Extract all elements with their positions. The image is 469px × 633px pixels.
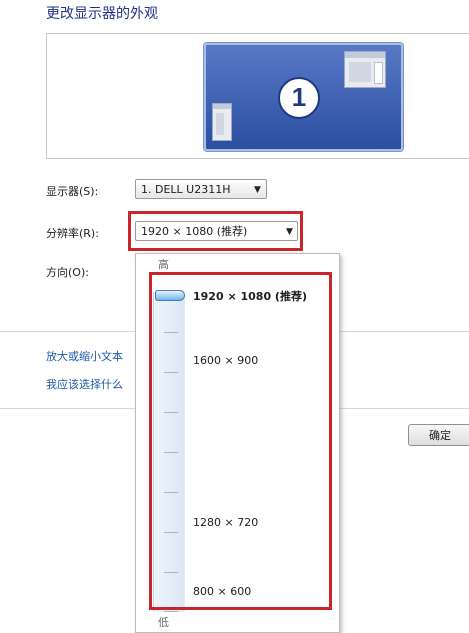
monitor-number: 1 xyxy=(291,82,307,112)
caret-down-icon: ▼ xyxy=(254,185,261,195)
resolution-options-highlight xyxy=(149,272,332,610)
text-size-link[interactable]: 放大或缩小文本 xyxy=(46,348,123,364)
monitor-number-badge: 1 xyxy=(278,77,320,119)
orientation-label: 方向(O): xyxy=(46,266,89,279)
display-preview-panel: 1 xyxy=(46,33,469,159)
window-thumbnail-icon xyxy=(344,51,386,88)
display-label: 显示器(S): xyxy=(46,185,99,198)
display-dropdown-value: 1. DELL U2311H xyxy=(141,183,231,196)
which-settings-link[interactable]: 我应该选择什么 xyxy=(46,376,123,392)
ok-button[interactable]: 确定 xyxy=(408,424,469,446)
high-label: 高 xyxy=(158,258,169,271)
resolution-label: 分辨率(R): xyxy=(46,227,99,240)
monitor-icon[interactable]: 1 xyxy=(204,43,403,151)
resolution-dropdown-highlight xyxy=(128,211,303,251)
window-thumbnail-icon xyxy=(212,103,232,141)
low-label: 低 xyxy=(158,616,169,629)
page-title: 更改显示器的外观 xyxy=(46,6,158,22)
display-dropdown[interactable]: 1. DELL U2311H ▼ xyxy=(135,179,267,199)
